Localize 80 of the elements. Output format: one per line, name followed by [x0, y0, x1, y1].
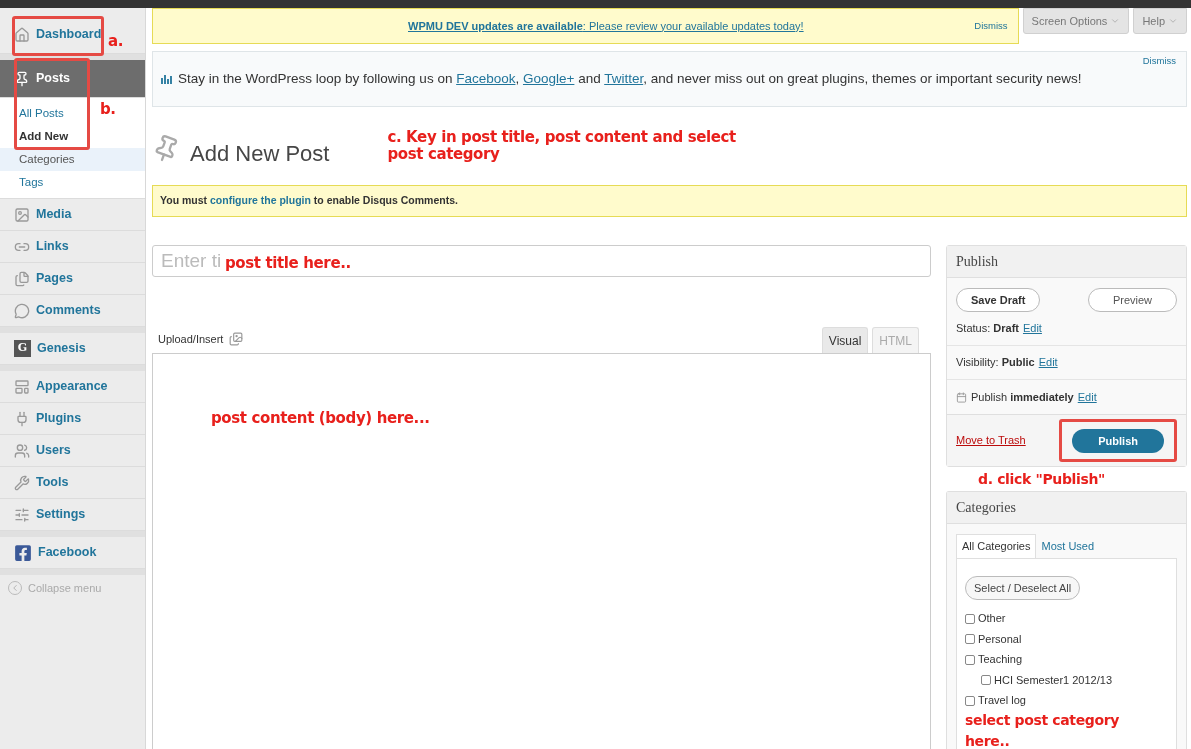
edit-link[interactable]: Edit	[1038, 354, 1058, 371]
checkbox[interactable]	[981, 675, 991, 685]
publish-setting: Publish immediately	[971, 389, 1074, 405]
pages-icon	[14, 270, 30, 287]
sidebar-item[interactable]: Plugins	[0, 403, 145, 435]
sliders-icon	[14, 506, 30, 523]
link[interactable]: configure the plugin	[210, 194, 311, 207]
upload-insert-label: Upload/Insert	[158, 331, 224, 347]
move-to-trash-link[interactable]: Move to Trash	[956, 432, 1026, 449]
disqus-notice: You must configure the plugin to enable Disqus Comments.	[160, 193, 458, 209]
annotation-label: a.	[108, 31, 124, 52]
sidebar-item[interactable]: Appearance	[0, 371, 145, 403]
sidebar-item[interactable]: Media	[0, 199, 145, 231]
link[interactable]: WPMU DEV updates are available	[408, 19, 583, 32]
dismiss-link[interactable]: Dismiss	[974, 18, 1008, 34]
annotation-note: d. click "Publish"	[978, 470, 1107, 489]
category-label: HCI Semester1 2012/13	[994, 672, 1112, 688]
pin-icon	[14, 70, 30, 87]
publish-setting: Status: Draft	[956, 321, 1019, 337]
media-icon[interactable]	[229, 331, 244, 346]
signal-bars-icon	[161, 73, 174, 85]
page-title: Add New Post	[190, 140, 330, 168]
select-all-button[interactable]: Select / Deselect All	[965, 576, 1081, 601]
annotation-note: post content (body) here...	[211, 409, 430, 427]
sidebar-item[interactable]: Pages	[0, 263, 145, 295]
speech-bubble-icon	[14, 302, 30, 319]
screen-meta-tab[interactable]: Screen Options	[1022, 8, 1130, 34]
category-tab[interactable]: Most Used	[1036, 534, 1100, 558]
sidebar-item[interactable]: Facebook	[0, 537, 145, 569]
edit-link[interactable]: Edit	[1077, 388, 1097, 406]
sidebar-item[interactable]: Users	[0, 435, 145, 467]
category-tab[interactable]: All Categories	[956, 534, 1037, 558]
checkbox[interactable]	[965, 695, 975, 706]
publish-button[interactable]: Publish	[1072, 429, 1164, 454]
category-label: Other	[978, 611, 1006, 627]
category-label: Personal	[978, 631, 1022, 647]
category-label: Travel log	[978, 693, 1026, 709]
sidebar-item[interactable]: Tools	[0, 467, 145, 499]
caret-icon	[1168, 16, 1178, 26]
layout-icon	[14, 378, 30, 395]
genesis-icon: G	[14, 340, 31, 357]
calendar-icon	[956, 391, 967, 403]
checkbox[interactable]	[965, 613, 975, 624]
sidebar-item[interactable]: Links	[0, 231, 145, 263]
checkbox[interactable]	[965, 634, 975, 644]
screen-meta-tab[interactable]: Help	[1133, 8, 1187, 34]
facebook-icon	[14, 543, 32, 562]
editor-tab[interactable]: Visual	[821, 327, 869, 353]
publish-setting: Visibility: Public	[956, 355, 1035, 371]
annotation-label: b.	[100, 99, 116, 120]
category-label: Teaching	[978, 652, 1023, 668]
sidebar-item[interactable]: Posts	[0, 60, 145, 98]
submenu-item[interactable]: Add New	[0, 125, 92, 148]
sidebar-item[interactable]: Comments	[0, 295, 145, 327]
home-icon	[14, 26, 30, 43]
plug-icon	[14, 410, 30, 427]
link[interactable]: Google+	[522, 70, 575, 86]
sidebar-item[interactable]: G Genesis	[0, 333, 145, 365]
preview-button[interactable]: Preview	[1087, 288, 1177, 312]
submenu-item[interactable]: Tags	[0, 171, 145, 194]
content-editor[interactable]: post content (body) here...	[152, 353, 931, 749]
users-icon	[14, 442, 30, 459]
link[interactable]: Twitter	[604, 70, 644, 86]
save-draft-button[interactable]: Save Draft	[956, 288, 1041, 312]
box-title: Publish	[947, 246, 1186, 278]
loop-notice-text: Stay in the WordPress loop by following us on Facebook, Google+ and Twitter, and never miss out on great plugins, themes or important security news!	[178, 69, 1082, 88]
submenu-item[interactable]: All Posts	[0, 102, 92, 125]
annotation-note: post title here..	[225, 253, 351, 274]
sidebar-item[interactable]: Settings	[0, 499, 145, 531]
edit-link[interactable]: Edit	[1022, 320, 1042, 337]
annotation-note: c. Key in post title, post content and select post category	[387, 129, 737, 163]
image-icon	[14, 206, 30, 223]
dismiss-link[interactable]: Dismiss	[1142, 54, 1176, 69]
submenu-item[interactable]: Categories	[0, 148, 145, 171]
checkbox[interactable]	[965, 654, 975, 665]
wrench-icon	[14, 474, 30, 491]
link[interactable]: : Please review your available updates today!	[582, 19, 804, 32]
caret-icon	[1110, 16, 1121, 26]
box-title: Categories	[947, 492, 1186, 524]
annotation-note: select post category here..	[965, 710, 1121, 749]
